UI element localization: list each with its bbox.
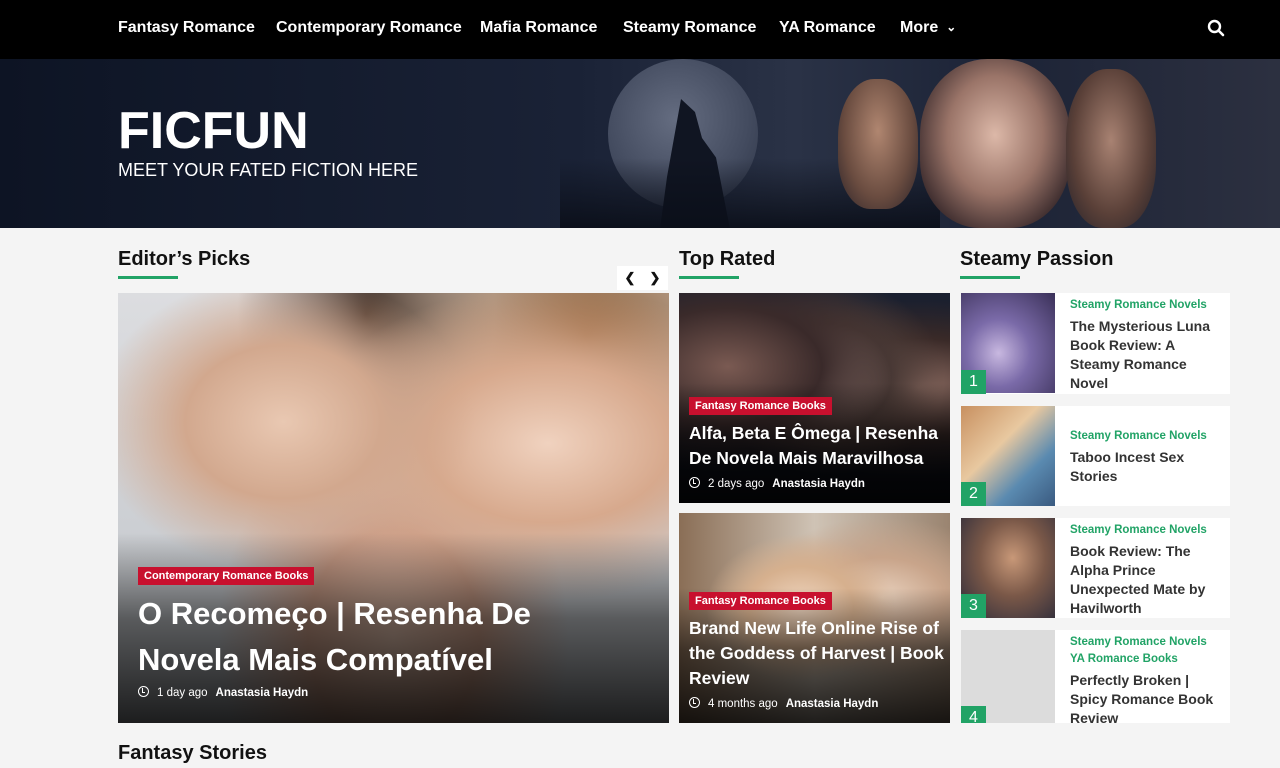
site-title[interactable]: FICFUN (118, 101, 309, 161)
post-title[interactable]: Book Review: The Alpha Prince Unexpected… (1070, 542, 1220, 618)
list-item[interactable]: 2 Steamy Romance Novels Taboo Incest Sex… (961, 406, 1230, 506)
category-badge[interactable]: Contemporary Romance Books (138, 567, 315, 585)
section-underline (118, 276, 178, 279)
post-author[interactable]: Anastasia Haydn (216, 687, 309, 699)
post-title[interactable]: Taboo Incest Sex Stories (1070, 448, 1220, 486)
rank-number: 1 (961, 370, 986, 394)
post-author[interactable]: Anastasia Haydn (772, 478, 865, 490)
top-rated-card[interactable]: Fantasy Romance Books Alfa, Beta E Ômega… (679, 293, 950, 503)
list-item[interactable]: 4 Steamy Romance Novels YA Romance Books… (961, 630, 1230, 723)
clock-icon (138, 686, 149, 697)
hero-portrait-woman (920, 59, 1070, 228)
card-meta: 4 months ago Anastasia Haydn (689, 697, 878, 710)
rank-number: 3 (961, 594, 986, 618)
post-time: 1 day ago (157, 687, 208, 699)
steamy-passion-heading: Steamy Passion (960, 248, 1114, 270)
card-title[interactable]: Alfa, Beta E Ômega | Resenha De Novela M… (689, 421, 944, 471)
section-underline (960, 276, 1020, 279)
section-underline (679, 276, 739, 279)
category-link[interactable]: Steamy Romance Novels (1070, 299, 1207, 311)
nav-item-mafia-romance[interactable]: Mafia Romance (480, 19, 597, 37)
category-link[interactable]: Steamy Romance Novels (1070, 524, 1207, 536)
rank-number: 4 (961, 706, 986, 723)
card-meta: 1 day ago Anastasia Haydn (138, 686, 308, 699)
post-time: 2 days ago (708, 478, 765, 490)
nav-item-ya-romance[interactable]: YA Romance (779, 19, 876, 37)
category-link[interactable]: Steamy Romance Novels (1070, 430, 1207, 442)
nav-item-contemporary-romance[interactable]: Contemporary Romance (276, 19, 462, 37)
category-badge[interactable]: Fantasy Romance Books (689, 592, 832, 610)
top-rated-card[interactable]: Fantasy Romance Books Brand New Life Onl… (679, 513, 950, 723)
chevron-right-icon[interactable]: ❯ (645, 269, 665, 287)
nav-item-more[interactable]: More ⌄ (900, 19, 956, 37)
chevron-left-icon[interactable]: ❮ (620, 269, 640, 287)
list-item[interactable]: 1 Steamy Romance Novels The Mysterious L… (961, 293, 1230, 394)
nav-more-label: More (900, 19, 939, 36)
category-link[interactable]: YA Romance Books (1070, 653, 1178, 665)
fantasy-stories-heading: Fantasy Stories (118, 742, 267, 764)
post-time: 4 months ago (708, 698, 778, 710)
category-badge[interactable]: Fantasy Romance Books (689, 397, 832, 415)
rank-number: 2 (961, 482, 986, 506)
nav-item-steamy-romance[interactable]: Steamy Romance (623, 19, 756, 37)
card-title[interactable]: Brand New Life Online Rise of the Goddes… (689, 616, 944, 691)
post-title[interactable]: Perfectly Broken | Spicy Romance Book Re… (1070, 671, 1220, 723)
slider-controls: ❮ ❯ (617, 266, 668, 290)
card-meta: 2 days ago Anastasia Haydn (689, 477, 865, 490)
search-icon[interactable] (1207, 19, 1227, 39)
hero-portrait-man (838, 79, 918, 209)
hero-portrait-man-right (1066, 69, 1156, 228)
card-title[interactable]: O Recomeço | Resenha De Novela Mais Comp… (138, 591, 618, 683)
chevron-down-icon: ⌄ (946, 20, 957, 34)
editors-pick-card[interactable]: Contemporary Romance Books O Recomeço | … (118, 293, 669, 723)
post-author[interactable]: Anastasia Haydn (786, 698, 879, 710)
category-link[interactable]: Steamy Romance Novels (1070, 636, 1207, 648)
top-rated-heading: Top Rated (679, 248, 776, 270)
editors-picks-heading: Editor’s Picks (118, 248, 251, 270)
post-title[interactable]: The Mysterious Luna Book Review: A Steam… (1070, 317, 1220, 393)
nav-item-fantasy-romance[interactable]: Fantasy Romance (118, 19, 255, 37)
list-item[interactable]: 3 Steamy Romance Novels Book Review: The… (961, 518, 1230, 618)
top-navigation: Fantasy Romance Contemporary Romance Maf… (0, 0, 1280, 59)
clock-icon (689, 697, 700, 708)
hero-banner: FICFUN MEET YOUR FATED FICTION HERE (0, 59, 1280, 228)
clock-icon (689, 477, 700, 488)
site-tagline: MEET YOUR FATED FICTION HERE (118, 160, 419, 180)
